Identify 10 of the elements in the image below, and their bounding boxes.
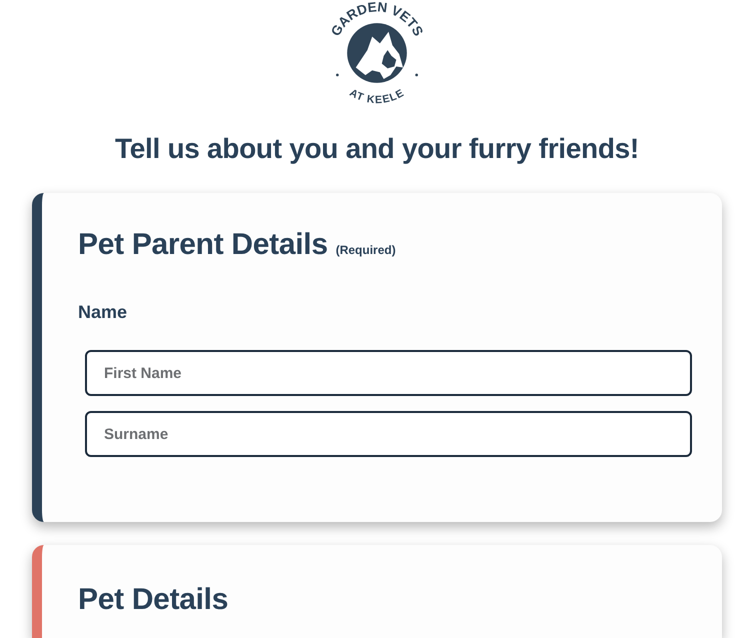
separator-dot-icon [336, 74, 339, 76]
field-label: Name [78, 301, 128, 324]
required-note: (Required) [336, 242, 396, 259]
separator-dot-icon [415, 74, 418, 76]
page-heading: Tell us about you and your furry friends! [114, 132, 640, 166]
logo-location-text: AT KEELE [347, 86, 407, 106]
section-title: Pet Parent Details [78, 227, 328, 263]
input-field[interactable]: Surname [85, 411, 692, 457]
input-field[interactable]: First Name [85, 350, 692, 396]
section-title: Pet Details [78, 582, 228, 618]
